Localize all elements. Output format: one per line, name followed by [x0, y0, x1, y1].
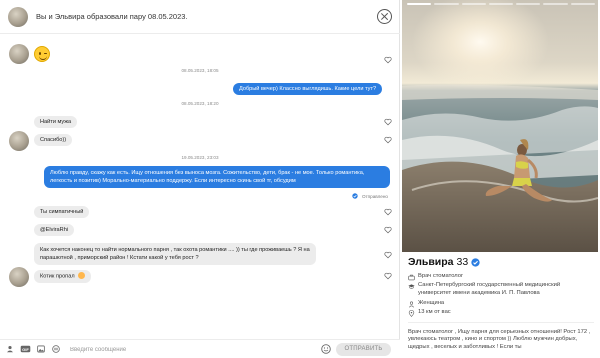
message-line: Как хочется наконец то найти нормального… [40, 247, 310, 253]
image-icon[interactable] [37, 345, 45, 353]
outgoing-message[interactable]: Люблю правду, скажу как есть. Ищу отноше… [44, 166, 390, 188]
gender-text: Женщина [418, 300, 445, 306]
send-button[interactable]: ОТПРАВИТЬ [336, 343, 391, 356]
check-circle-icon [352, 193, 358, 199]
wink-emoji-icon [34, 46, 50, 62]
profile-about: Врач стоматолог , Ищу парня для серьезны… [408, 329, 591, 350]
person-icon [409, 301, 414, 307]
location-pin-icon [408, 309, 415, 317]
heart-icon[interactable] [384, 208, 392, 216]
verified-check-icon [471, 257, 480, 267]
crying-emoji-icon [78, 272, 86, 279]
incoming-message[interactable]: Котик пропал [34, 270, 92, 283]
outgoing-message[interactable]: Добрый вечер) Классно выглядишь. Какие ц… [233, 83, 383, 95]
avatar[interactable] [9, 131, 29, 151]
emoji-icon[interactable] [321, 344, 331, 354]
profile-name: Эльвира [408, 256, 454, 268]
heart-icon[interactable] [384, 272, 392, 280]
heart-icon[interactable] [384, 136, 392, 144]
briefcase-icon [408, 274, 415, 280]
profile-education: Санкт-Петербургский государственный меди… [408, 282, 594, 297]
chat-header: Вы и Эльвира образовали пару 08.05.2023. [0, 0, 400, 34]
incoming-message[interactable]: Найти мужа [34, 116, 78, 128]
message-text: Котик пропал [40, 273, 75, 280]
match-notice: Вы и Эльвира образовали пару 08.05.2023. [36, 12, 188, 21]
close-icon[interactable] [377, 9, 392, 24]
profile-job: Врач стоматолог [408, 273, 463, 281]
timestamp: 08.05.2023, 18:05 [181, 68, 219, 73]
divider [408, 322, 594, 323]
job-text: Врач стоматолог [418, 273, 464, 279]
avatar[interactable] [9, 44, 29, 64]
heart-icon[interactable] [384, 118, 392, 126]
timestamp: 08.05.2023, 18:20 [181, 101, 219, 106]
profile-name-row: Эльвира 33 [408, 256, 480, 268]
app-window: Вы и Эльвира образовали пару 08.05.2023.… [0, 0, 600, 358]
beach-photo-image [402, 0, 598, 252]
heart-icon[interactable] [384, 56, 392, 64]
heart-icon[interactable] [384, 226, 392, 234]
message-list[interactable]: 08.05.2023, 18:05 Добрый вечер) Классно … [0, 34, 400, 339]
timestamp: 19.05.2023, 23:03 [181, 155, 219, 160]
graduation-cap-icon [408, 283, 415, 289]
profile-photo[interactable] [402, 0, 598, 252]
message-composer: GIF ОТПРАВИТЬ [0, 339, 400, 358]
avatar[interactable] [9, 267, 29, 287]
incoming-message[interactable]: Ты симпатичный [34, 206, 90, 218]
distance-text: 13 км от вас [418, 309, 451, 315]
message-line: парашютной , приморский район ! Кстати к… [40, 255, 199, 261]
incoming-message[interactable]: Спасибо)) [34, 134, 73, 146]
profile-panel: Эльвира 33 Врач стоматолог Санкт-Петербу… [400, 0, 600, 358]
avatar[interactable] [8, 6, 28, 27]
education-text: Санкт-Петербургский государственный меди… [418, 282, 561, 296]
sent-status: Отправлено [362, 193, 388, 199]
incoming-message[interactable]: @ElviraRhi [34, 224, 75, 236]
heart-icon[interactable] [384, 251, 392, 259]
chat-panel: Вы и Эльвира образовали пару 08.05.2023.… [0, 0, 400, 358]
sticker-icon[interactable] [52, 345, 60, 353]
profile-distance: 13 км от вас [408, 309, 451, 317]
photo-pager [407, 3, 595, 5]
message-input[interactable] [70, 343, 300, 356]
profile-age: 33 [456, 256, 469, 268]
person-add-icon[interactable] [6, 345, 14, 353]
svg-text:GIF: GIF [22, 347, 29, 352]
gif-icon[interactable]: GIF [20, 345, 31, 353]
profile-gender: Женщина [408, 300, 444, 308]
incoming-message[interactable]: Как хочется наконец то найти нормального… [34, 243, 316, 265]
